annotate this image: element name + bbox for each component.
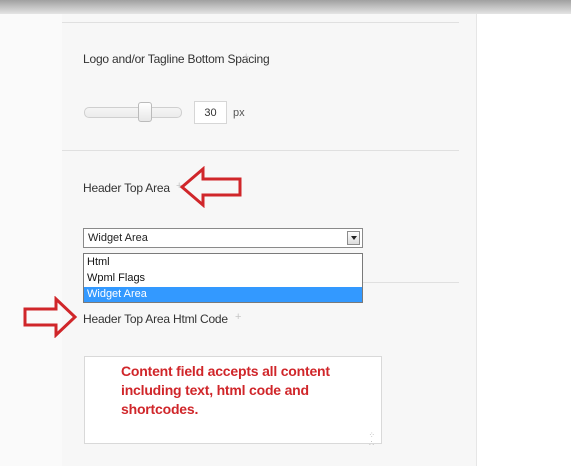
window-top-bar xyxy=(0,0,571,14)
slider-handle[interactable] xyxy=(138,102,152,122)
resize-grip-icon[interactable]: ·:· ∴ xyxy=(369,430,374,448)
logo-spacing-slider[interactable] xyxy=(84,107,182,118)
arrow-left-icon xyxy=(180,166,242,208)
arrow-right-icon xyxy=(23,296,78,338)
unit-label: px xyxy=(233,107,245,119)
option-wpml-flags[interactable]: Wpml Flags xyxy=(84,271,362,286)
select-value: Widget Area xyxy=(88,232,148,244)
header-top-area-label: Header Top Area xyxy=(83,181,170,195)
content-note: Content field accepts all content includ… xyxy=(121,363,330,417)
logo-spacing-label: Logo and/or Tagline Bottom Spacing xyxy=(83,52,270,66)
option-html[interactable]: Html xyxy=(84,255,362,270)
option-widget-area[interactable]: Widget Area xyxy=(84,287,362,302)
section-divider xyxy=(62,150,459,151)
header-top-area-select[interactable]: Widget Area xyxy=(83,228,363,248)
header-top-area-options[interactable]: Html Wpml Flags Widget Area xyxy=(83,253,363,303)
section-divider xyxy=(62,22,459,23)
logo-spacing-help-icon[interactable]: + xyxy=(243,51,249,63)
header-top-area-html-label: Header Top Area Html Code xyxy=(83,312,228,326)
section-divider xyxy=(363,282,459,283)
chevron-down-icon[interactable] xyxy=(347,231,360,245)
header-top-area-html-help-icon[interactable]: + xyxy=(235,311,241,323)
left-gutter xyxy=(0,14,62,466)
logo-spacing-input[interactable]: 30 xyxy=(194,101,227,124)
right-blank-area xyxy=(476,14,571,466)
